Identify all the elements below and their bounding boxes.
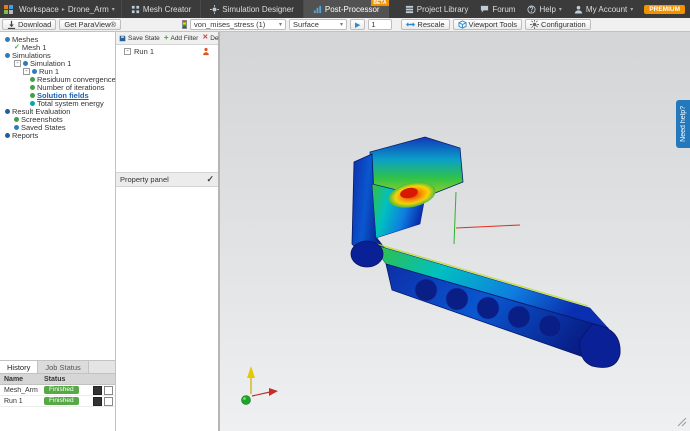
project-name: Drone_Arm [67,4,109,14]
result-icon [30,100,35,106]
collapse-icon[interactable]: - [23,67,30,75]
history-table-header: Name Status [0,374,115,385]
meshes-icon [5,36,10,42]
workspace-breadcrumb[interactable]: Workspace ▸ Drone_Arm ▾ [13,0,121,18]
tab-post-processor[interactable]: Post-Processor BETA [302,0,389,18]
chevron-down-icon: ▾ [630,6,634,13]
simulations-icon [5,52,10,58]
field-dropdown[interactable]: von_mises_stress (1) ▾ [190,19,287,30]
my-account-menu[interactable]: My Account ▾ [568,0,639,18]
tab-job-status[interactable]: Job Status [38,361,89,373]
chevron-down-icon: ▾ [279,22,283,28]
table-row[interactable]: Run 1 Finished [0,396,115,407]
model-y-axis [453,191,457,245]
play-icon: ▶ [355,21,361,29]
post-processor-toolbar: Download Get ParaView® von_mises_stress … [0,18,690,32]
tree-item-reports[interactable]: Reports [0,131,115,140]
orientation-triad [241,366,278,405]
help-icon [527,4,537,14]
help-menu[interactable]: Help ▾ [521,0,567,18]
tab-mesh-creator[interactable]: Mesh Creator [120,0,200,18]
filter-run-item[interactable]: - Run 1 [116,45,218,58]
breadcrumb-separator-icon: ▸ [61,6,65,13]
reports-icon [5,132,10,138]
model-x-axis [455,224,521,229]
render-mode-dropdown[interactable]: Surface ▾ [289,19,348,30]
screenshots-icon [14,116,19,122]
row-action-button[interactable] [93,396,102,406]
project-library-button[interactable]: Project Library [399,0,475,18]
status-badge: Finished [44,386,79,394]
table-row[interactable]: Mesh_Arm Finished [0,385,115,396]
simulation-icon [23,60,28,66]
add-filter-button[interactable]: + Add Filter [164,34,199,42]
user-icon [574,5,583,14]
premium-badge: PREMIUM [644,4,685,14]
chevron-down-icon: ▾ [111,6,115,13]
property-panel-header[interactable]: Property panel ✓ [116,172,218,187]
check-icon: ✓ [14,43,20,51]
filter-panel: Save State + Add Filter ✕ Delete Filter … [116,32,245,431]
rescale-button[interactable]: Rescale [401,19,450,30]
speech-bubble-icon [481,5,489,13]
saved-states-icon [14,124,19,130]
row-action-button[interactable] [93,385,102,395]
plus-icon: + [163,33,169,42]
filter-toolbar: Save State + Add Filter ✕ Delete Filter [116,32,245,45]
gear-icon [530,20,540,29]
top-bar: Workspace ▸ Drone_Arm ▾ Mesh Creator Sim… [0,0,690,18]
mesh-grid-icon [131,5,139,13]
collapse-icon[interactable]: - [124,48,131,55]
viewport-tools-button[interactable]: Viewport Tools [452,19,523,30]
chart-bars-icon [313,5,321,13]
get-paraview-button[interactable]: Get ParaView® [59,19,122,30]
forum-button[interactable]: Forum [474,0,521,18]
download-button[interactable]: Download [2,19,57,30]
rescale-arrows-icon [406,22,416,27]
library-icon [405,5,413,13]
row-delete-button[interactable] [104,396,113,406]
3d-viewport[interactable]: Need help? [219,32,690,431]
history-tabs: History Job Status [0,361,115,374]
apply-check-icon[interactable]: ✓ [206,174,214,185]
download-icon [7,20,16,29]
project-tree-sidebar: Meshes ✓ Mesh 1 Simulations - Simulation 1… [0,32,116,431]
result-icon [30,76,35,82]
row-delete-button[interactable] [104,385,113,395]
chevron-down-icon: ▾ [340,22,344,28]
need-help-tab[interactable]: Need help? [676,100,690,148]
drone-arm-3d-model [241,136,687,427]
tab-simulation-designer[interactable]: Simulation Designer [200,0,303,18]
chevron-down-icon: ▾ [558,6,562,13]
cube-icon [457,20,467,29]
x-icon: ✕ [202,34,209,41]
workspace-label: Workspace [19,4,59,14]
tab-history[interactable]: History [0,361,39,373]
run-icon [32,68,37,74]
evaluation-icon [5,108,10,114]
save-state-button[interactable]: Save State [119,35,160,42]
run-person-icon [203,47,209,56]
play-button[interactable]: ▶ [350,19,366,30]
history-panel: History Job Status Name Status Mesh_Arm … [0,360,115,431]
project-tree: Meshes ✓ Mesh 1 Simulations - Simulation 1… [0,32,115,360]
app-logo-icon[interactable] [4,4,13,14]
configuration-button[interactable]: Configuration [525,19,591,30]
result-icon [30,84,35,90]
resize-handle-icon[interactable] [677,417,687,427]
result-icon [30,92,35,98]
designer-gear-icon [210,4,220,14]
color-legend-icon [182,20,188,29]
simulation-app-window: Workspace ▸ Drone_Arm ▾ Mesh Creator Sim… [0,0,690,431]
beta-badge: BETA [371,0,389,6]
status-badge: Finished [44,397,79,405]
tree-item-meshes[interactable]: Meshes [0,35,115,44]
collapse-icon[interactable]: - [14,59,21,67]
save-icon [119,35,126,41]
frame-number-input[interactable] [368,19,393,30]
